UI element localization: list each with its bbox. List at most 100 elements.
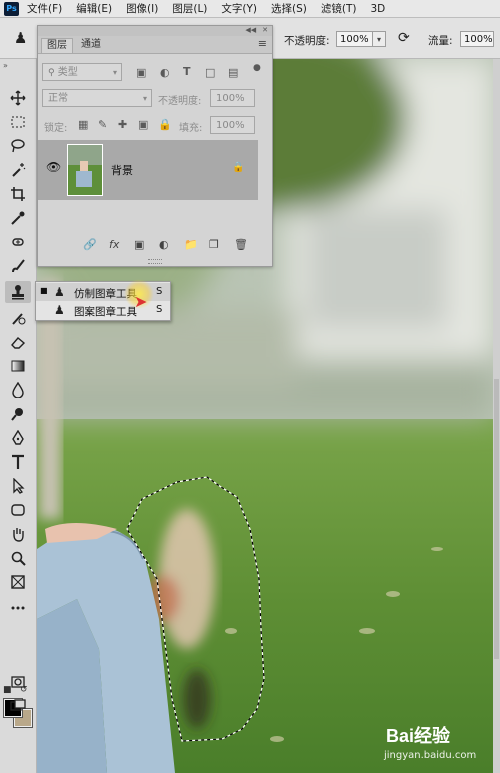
chevron-down-icon: ▾ bbox=[142, 94, 147, 103]
filter-type-icon[interactable]: T bbox=[183, 65, 191, 78]
filter-pixel-icon[interactable]: ▣ bbox=[136, 66, 146, 79]
menu-3d[interactable]: 3D bbox=[370, 3, 385, 15]
baidu-watermark: Bai经验 jingyan.baidu.com bbox=[384, 718, 496, 766]
history-brush-tool-icon[interactable] bbox=[5, 307, 31, 329]
link-layers-icon[interactable]: 🔗 bbox=[83, 238, 97, 251]
collapse-icon[interactable]: ◀◀ bbox=[245, 26, 256, 34]
filter-toggle-icon[interactable]: ● bbox=[253, 63, 261, 73]
clone-stamp-preset-icon[interactable]: ♟ bbox=[14, 29, 27, 47]
scrollbar-thumb[interactable] bbox=[494, 379, 499, 659]
menu-type[interactable]: 文字(Y) bbox=[221, 1, 257, 16]
blur-tool-icon[interactable] bbox=[5, 379, 31, 401]
blend-mode-select[interactable]: 正常 ▾ bbox=[42, 89, 152, 107]
layer-name[interactable]: 背景 bbox=[111, 162, 133, 178]
screen-mode-icon[interactable] bbox=[5, 695, 31, 717]
layer-row-background[interactable]: 👁 背景 🔒 bbox=[38, 140, 258, 200]
opacity-dropdown-icon[interactable]: ▾ bbox=[373, 31, 386, 47]
new-layer-icon[interactable]: ❐ bbox=[209, 238, 219, 251]
layer-style-icon[interactable]: fx bbox=[109, 238, 119, 251]
layer-filter-label: 类型 bbox=[57, 67, 78, 78]
flow-input[interactable]: 100% bbox=[460, 31, 494, 47]
panel-collapse-bar[interactable]: ◀◀ ✕ bbox=[38, 26, 272, 36]
layer-thumbnail bbox=[67, 144, 103, 196]
panel-tabs: 图层 通道 ≡ bbox=[38, 36, 272, 54]
search-icon: ⚲ bbox=[48, 68, 55, 78]
mouse-cursor-icon: ➤ bbox=[134, 292, 148, 311]
brush-tool-icon[interactable] bbox=[5, 255, 31, 277]
baidu-logo-icon: Bai经验 bbox=[386, 725, 451, 746]
clone-stamp-tool-icon[interactable] bbox=[5, 281, 31, 303]
lock-transparent-icon[interactable]: ▦ bbox=[78, 118, 88, 131]
menu-filter[interactable]: 滤镜(T) bbox=[321, 1, 357, 16]
layer-opacity-input[interactable]: 100% bbox=[210, 89, 255, 107]
lock-artboard-icon[interactable]: ▣ bbox=[138, 118, 148, 131]
flyout-item-label: 图案图章工具 bbox=[74, 306, 137, 318]
clone-stamp-icon: ♟ bbox=[54, 285, 65, 299]
tab-channels[interactable]: 通道 bbox=[76, 38, 106, 52]
blend-mode-value: 正常 bbox=[48, 93, 68, 104]
filter-smart-object-icon[interactable]: ▤ bbox=[228, 66, 238, 79]
eyedropper-tool-icon[interactable] bbox=[5, 207, 31, 229]
menu-edit[interactable]: 编辑(E) bbox=[76, 1, 112, 16]
delete-layer-icon[interactable]: 🗑 bbox=[234, 238, 248, 251]
path-selection-tool-icon[interactable] bbox=[5, 475, 31, 497]
pen-tool-icon[interactable] bbox=[5, 427, 31, 449]
type-tool-icon[interactable] bbox=[5, 451, 31, 473]
chevron-down-icon: ▾ bbox=[112, 68, 117, 77]
add-mask-icon[interactable]: ▣ bbox=[134, 238, 144, 251]
lasso-tool-icon[interactable] bbox=[5, 135, 31, 157]
menu-select[interactable]: 选择(S) bbox=[271, 1, 307, 16]
eraser-tool-icon[interactable] bbox=[5, 331, 31, 353]
layers-panel: ◀◀ ✕ 图层 通道 ≡ ⚲ 类型 ▾ ▣ ◐ T □ ▤ ● 正常 ▾ 不透明度… bbox=[37, 25, 273, 267]
filter-shape-icon[interactable]: □ bbox=[205, 66, 215, 79]
vertical-scrollbar[interactable] bbox=[493, 59, 500, 773]
menu-image[interactable]: 图像(I) bbox=[126, 1, 158, 16]
opacity-input[interactable]: 100% bbox=[336, 31, 373, 47]
move-tool-icon[interactable] bbox=[5, 87, 31, 109]
baidu-logo-text: Bai经验 bbox=[386, 725, 451, 746]
layer-lock-icon: 🔒 bbox=[232, 162, 245, 173]
adjustment-layer-icon[interactable]: ◐ bbox=[159, 238, 169, 251]
layer-opacity-label: 不透明度: bbox=[158, 96, 202, 107]
lock-label: 锁定: bbox=[44, 123, 68, 134]
new-group-icon[interactable]: 📁 bbox=[184, 238, 198, 251]
selected-bullet-icon: ■ bbox=[40, 286, 48, 295]
marquee-tool-icon[interactable] bbox=[5, 111, 31, 133]
close-panel-icon[interactable]: ✕ bbox=[262, 26, 268, 34]
gradient-tool-icon[interactable] bbox=[5, 355, 31, 377]
tab-layers[interactable]: 图层 bbox=[41, 38, 73, 53]
fill-label: 填充: bbox=[179, 123, 203, 134]
quick-mask-icon[interactable] bbox=[5, 671, 31, 693]
hand-tool-icon[interactable] bbox=[5, 523, 31, 545]
more-tools-icon[interactable] bbox=[5, 597, 31, 619]
menu-layer[interactable]: 图层(L) bbox=[172, 1, 207, 16]
flyout-shortcut: S bbox=[156, 286, 163, 297]
menu-file[interactable]: 文件(F) bbox=[27, 1, 62, 16]
layers-panel-footer: 🔗 fx ▣ ◐ 📁 ❐ 🗑 bbox=[38, 236, 272, 256]
magic-wand-tool-icon[interactable] bbox=[5, 159, 31, 181]
dodge-tool-icon[interactable] bbox=[5, 403, 31, 425]
visibility-eye-icon[interactable]: 👁 bbox=[46, 160, 61, 174]
lock-image-icon[interactable]: ✎ bbox=[98, 118, 107, 131]
lock-position-icon[interactable]: ✚ bbox=[118, 118, 127, 131]
pattern-stamp-icon: ♟ bbox=[54, 303, 65, 317]
photoshop-logo: Ps bbox=[4, 1, 19, 16]
tools-panel: » ■ ↺ bbox=[0, 59, 37, 773]
panel-resize-handle[interactable] bbox=[148, 259, 162, 264]
watermark-text: jingyan.baidu.com bbox=[384, 750, 477, 761]
healing-brush-tool-icon[interactable] bbox=[5, 231, 31, 253]
panel-menu-icon[interactable]: ≡ bbox=[258, 37, 267, 50]
crop-tool-icon[interactable] bbox=[5, 183, 31, 205]
menu-bar: Ps 文件(F) 编辑(E) 图像(I) 图层(L) 文字(Y) 选择(S) 滤… bbox=[0, 0, 500, 18]
opacity-label: 不透明度: bbox=[284, 35, 330, 47]
zoom-tool-icon[interactable] bbox=[5, 547, 31, 569]
filter-adjustment-icon[interactable]: ◐ bbox=[160, 66, 170, 79]
rectangle-tool-icon[interactable] bbox=[5, 499, 31, 521]
toolbar-grip-icon[interactable]: » bbox=[3, 61, 8, 70]
lock-all-icon[interactable]: 🔒 bbox=[158, 118, 172, 131]
fill-input[interactable]: 100% bbox=[210, 116, 255, 134]
frame-tool-icon[interactable] bbox=[5, 571, 31, 593]
layer-filter-select[interactable]: ⚲ 类型 ▾ bbox=[42, 63, 122, 81]
pressure-opacity-icon[interactable]: ⟳ bbox=[398, 30, 410, 46]
flow-label: 流量: bbox=[428, 35, 453, 47]
